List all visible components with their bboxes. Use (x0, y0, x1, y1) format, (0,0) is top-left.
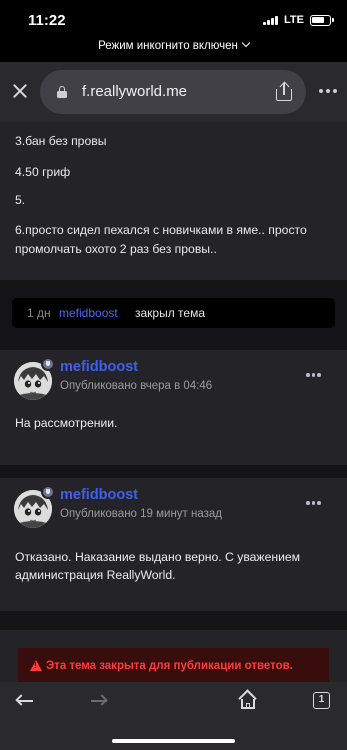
forward-arrow-icon[interactable] (90, 694, 108, 708)
share-icon[interactable] (276, 81, 292, 101)
more-icon[interactable] (319, 89, 337, 93)
moderation-event: 1 дн mefidboost закрыл тема (12, 298, 335, 328)
close-icon[interactable] (11, 82, 29, 100)
network-label: LTE (284, 14, 304, 26)
url-text: f.reallyworld.me (82, 83, 188, 100)
event-time: 1 дн (27, 306, 51, 320)
event-action: закрыл тема (135, 306, 206, 320)
moderator-badge-icon (41, 485, 55, 499)
lock-icon (57, 86, 67, 98)
post-body: администрация ReallyWorld. (15, 568, 176, 582)
post-menu-icon[interactable] (306, 501, 321, 505)
home-indicator[interactable] (112, 739, 235, 743)
post-author[interactable]: mefidboost (60, 487, 138, 503)
locked-section: Эта тема закрыта для публикации ответов. (0, 630, 347, 682)
url-field[interactable]: f.reallyworld.me (40, 70, 306, 114)
post-body: Отказано. Наказание выдано верно. С уваж… (15, 550, 301, 564)
post-line: промолчать охото 2 раз без провы.. (15, 242, 217, 256)
locked-text: Эта тема закрыта для публикации ответов. (46, 660, 293, 672)
locked-notice: Эта тема закрыта для публикации ответов. (18, 648, 329, 682)
post-line: 5. (15, 193, 26, 207)
post-body: На рассмотрении. (15, 416, 118, 430)
post-card: mefidboost Опубликовано 19 минут назад О… (0, 478, 347, 611)
address-bar: f.reallyworld.me (0, 62, 347, 122)
moderator-badge-icon (41, 357, 55, 371)
post-line: 6.просто сидел пехался с новичками в яме… (15, 223, 307, 237)
signal-icon (263, 15, 279, 25)
post-author[interactable]: mefidboost (60, 359, 138, 375)
status-icons: LTE (263, 14, 334, 26)
post-meta[interactable]: Опубликовано 19 минут назад (60, 508, 222, 520)
first-post-body: 3.бан без провы 4.50 гриф 5. 6.просто си… (0, 122, 347, 280)
post-line: 4.50 гриф (15, 165, 71, 179)
battery-icon (310, 14, 334, 26)
status-time: 11:22 (28, 12, 66, 29)
incognito-indicator[interactable]: Режим инкогнито включен (0, 38, 347, 60)
home-icon[interactable] (238, 689, 258, 709)
warning-icon (30, 660, 42, 671)
post-card: mefidboost Опубликовано вчера в 04:46 На… (0, 350, 347, 465)
tabs-icon[interactable]: 1 (313, 692, 330, 709)
event-user-link[interactable]: mefidboost (59, 306, 118, 320)
incognito-label: Режим инкогнито включен (98, 40, 238, 52)
page-content: 3.бан без провы 4.50 гриф 5. 6.просто си… (0, 122, 347, 682)
post-menu-icon[interactable] (306, 373, 321, 377)
bottom-toolbar: 1 (0, 682, 347, 750)
post-line: 3.бан без провы (15, 134, 107, 148)
chevron-down-icon (241, 38, 251, 48)
status-bar: 11:22 LTE (0, 0, 347, 40)
back-arrow-icon[interactable] (15, 694, 34, 708)
post-meta[interactable]: Опубликовано вчера в 04:46 (60, 380, 212, 392)
